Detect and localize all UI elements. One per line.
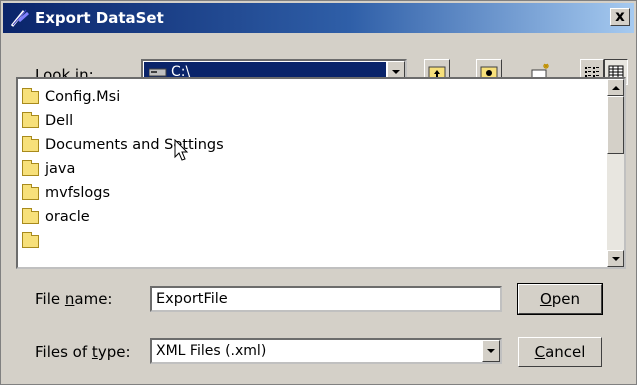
- file-list[interactable]: Config.Msi Dell Documents and Settings j…: [16, 77, 626, 269]
- export-dataset-dialog: Export DataSet x Look in: C:\ Config.Msi…: [0, 0, 637, 385]
- list-item[interactable]: Dell: [22, 110, 73, 132]
- list-item[interactable]: java: [22, 158, 75, 180]
- file-name-label: oracle: [45, 209, 90, 225]
- cancel-button[interactable]: Cancel: [518, 337, 602, 367]
- folder-icon: [22, 207, 39, 224]
- folder-icon: [22, 87, 39, 104]
- folder-icon: [22, 183, 39, 200]
- chevron-down-icon: [487, 349, 495, 353]
- file-name-label: Documents and Settings: [45, 137, 224, 153]
- scroll-up-button[interactable]: [607, 79, 624, 96]
- open-button[interactable]: Open: [517, 283, 603, 315]
- file-name-label: Dell: [45, 113, 74, 129]
- drive-icon: [149, 68, 167, 77]
- file-type-select[interactable]: XML Files (.xml): [150, 338, 502, 364]
- file-name-label: File name:: [35, 290, 113, 308]
- vertical-scrollbar[interactable]: [607, 79, 624, 267]
- folder-icon: [22, 231, 39, 248]
- scroll-thumb[interactable]: [607, 96, 624, 154]
- folder-icon: [22, 159, 39, 176]
- file-type-dropdown-button[interactable]: [482, 340, 500, 362]
- list-item[interactable]: mvfslogs: [22, 182, 110, 204]
- file-name-label: mvfslogs: [45, 185, 111, 201]
- title-bar[interactable]: Export DataSet x: [3, 3, 634, 33]
- file-name-label: java: [45, 161, 76, 177]
- chevron-down-icon: [611, 256, 620, 261]
- scroll-down-button[interactable]: [607, 250, 624, 267]
- chevron-down-icon: [392, 70, 400, 74]
- dialog-title: Export DataSet: [35, 9, 164, 27]
- list-item-partial[interactable]: [22, 230, 45, 252]
- file-name-input[interactable]: ExportFile: [150, 286, 502, 312]
- app-icon: [10, 9, 29, 27]
- folder-icon: [22, 111, 39, 128]
- chevron-up-icon: [611, 85, 620, 90]
- list-item[interactable]: Documents and Settings: [22, 134, 224, 156]
- file-type-label: Files of type:: [35, 343, 131, 361]
- close-button[interactable]: x: [610, 8, 630, 26]
- file-name-label: Config.Msi: [45, 89, 121, 105]
- mouse-cursor-icon: [174, 139, 189, 161]
- folder-icon: [22, 135, 39, 152]
- file-name-value: ExportFile: [156, 291, 228, 307]
- list-item[interactable]: Config.Msi: [22, 86, 120, 108]
- list-item[interactable]: oracle: [22, 206, 90, 228]
- file-type-value: XML Files (.xml): [156, 343, 267, 359]
